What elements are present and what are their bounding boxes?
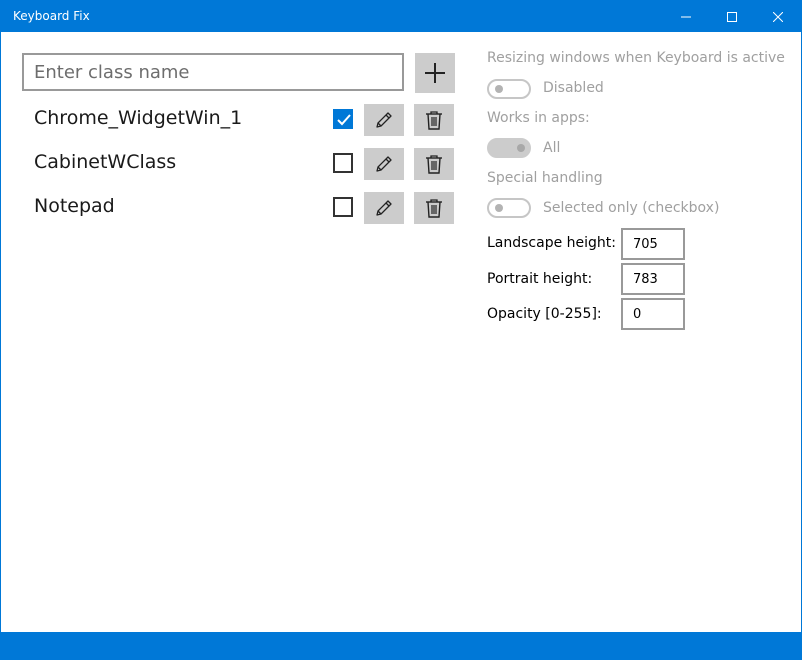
toggle-knob bbox=[517, 144, 525, 152]
title-bar: Keyboard Fix bbox=[1, 1, 801, 32]
pencil-icon bbox=[376, 112, 392, 128]
works-in-toggle[interactable] bbox=[487, 138, 531, 158]
maximize-icon bbox=[727, 11, 737, 22]
opacity-field[interactable] bbox=[621, 298, 685, 330]
add-class-button[interactable] bbox=[415, 53, 455, 93]
list-item-name: CabinetWClass bbox=[34, 151, 177, 173]
delete-button[interactable] bbox=[414, 192, 454, 224]
close-button[interactable] bbox=[755, 1, 801, 32]
maximize-button[interactable] bbox=[709, 1, 755, 32]
works-in-label: Works in apps: bbox=[487, 110, 590, 126]
window-title: Keyboard Fix bbox=[13, 9, 90, 23]
checkmark-icon bbox=[337, 114, 351, 126]
trash-icon bbox=[426, 199, 442, 218]
pencil-icon bbox=[376, 200, 392, 216]
works-in-toggle-text: All bbox=[543, 140, 561, 156]
trash-icon bbox=[426, 155, 442, 174]
list-item: Chrome_WidgetWin_1 bbox=[1, 104, 461, 136]
delete-button[interactable] bbox=[414, 104, 454, 136]
resizing-toggle-text: Disabled bbox=[543, 80, 604, 96]
plus-icon bbox=[425, 63, 445, 83]
list-item: CabinetWClass bbox=[1, 148, 461, 180]
list-item-checkbox[interactable] bbox=[333, 197, 353, 217]
minimize-icon bbox=[681, 16, 691, 17]
class-name-input[interactable] bbox=[22, 53, 404, 91]
edit-button[interactable] bbox=[364, 192, 404, 224]
toggle-knob bbox=[495, 204, 503, 212]
app-window: Keyboard Fix Chrome_WidgetWin_1 bbox=[0, 0, 802, 660]
list-item-name: Chrome_WidgetWin_1 bbox=[34, 107, 243, 129]
list-item-name: Notepad bbox=[34, 195, 115, 217]
landscape-height-field[interactable] bbox=[621, 228, 685, 260]
toggle-knob bbox=[495, 85, 503, 93]
status-bar bbox=[1, 632, 801, 659]
list-item-checkbox[interactable] bbox=[333, 109, 353, 129]
edit-button[interactable] bbox=[364, 104, 404, 136]
close-icon bbox=[773, 11, 783, 22]
special-handling-toggle-text: Selected only (checkbox) bbox=[543, 200, 720, 216]
portrait-height-field[interactable] bbox=[621, 263, 685, 295]
special-handling-toggle[interactable] bbox=[487, 198, 531, 218]
landscape-height-label: Landscape height: bbox=[487, 235, 617, 251]
list-item: Notepad bbox=[1, 192, 461, 224]
trash-icon bbox=[426, 111, 442, 130]
minimize-button[interactable] bbox=[663, 1, 709, 32]
delete-button[interactable] bbox=[414, 148, 454, 180]
resizing-toggle[interactable] bbox=[487, 79, 531, 99]
edit-button[interactable] bbox=[364, 148, 404, 180]
special-handling-label: Special handling bbox=[487, 170, 603, 186]
opacity-label: Opacity [0-255]: bbox=[487, 306, 602, 322]
portrait-height-label: Portrait height: bbox=[487, 271, 593, 287]
pencil-icon bbox=[376, 156, 392, 172]
list-item-checkbox[interactable] bbox=[333, 153, 353, 173]
resizing-label: Resizing windows when Keyboard is active bbox=[487, 50, 785, 66]
